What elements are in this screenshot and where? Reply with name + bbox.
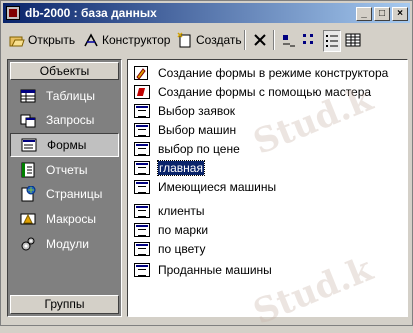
list-item-label: по цвету	[158, 242, 206, 256]
design-form-icon	[134, 66, 150, 80]
details-view-button[interactable]	[345, 30, 361, 50]
objects-item-label: Макросы	[46, 212, 97, 226]
form-icon	[134, 180, 150, 194]
design-button[interactable]: Конструктор	[83, 30, 170, 50]
toolbar-separator	[273, 30, 275, 50]
list-item-selected[interactable]: главная	[134, 160, 205, 176]
large-icons-icon	[281, 32, 297, 48]
design-icon	[83, 32, 99, 48]
wizard-icon	[134, 85, 150, 99]
objects-item-label: Отчеты	[46, 163, 88, 177]
create-button[interactable]: Создать	[177, 30, 242, 50]
title-bar[interactable]: db-2000 : база данных _ □ ×	[3, 3, 410, 23]
objects-item-tables[interactable]: Таблицы	[10, 84, 119, 108]
groups-button[interactable]: Группы	[10, 295, 119, 314]
list-item-label: Выбор заявок	[158, 104, 236, 118]
list-view-button[interactable]	[323, 30, 341, 52]
list-view-icon	[324, 33, 340, 49]
list-item-label: Создание формы с помощью мастера	[158, 85, 372, 99]
form-icon	[134, 161, 150, 175]
list-item[interactable]: по цвету	[134, 241, 206, 257]
query-icon	[20, 112, 36, 128]
details-view-icon	[345, 32, 361, 48]
table-icon	[20, 88, 36, 104]
list-item-label: по марки	[158, 223, 209, 237]
list-item[interactable]: Выбор заявок	[134, 103, 235, 119]
design-label: Конструктор	[102, 33, 171, 47]
objects-item-reports[interactable]: Отчеты	[10, 158, 119, 182]
small-icons-button[interactable]	[302, 30, 318, 50]
delete-button[interactable]	[252, 30, 268, 50]
objects-item-label: Страницы	[46, 187, 103, 201]
objects-panel: Объекты Таблицы Запросы Формы Отчеты Стр…	[7, 59, 122, 317]
minimize-button[interactable]: _	[356, 7, 372, 21]
form-icon	[134, 223, 150, 237]
list-item[interactable]: Создание формы с помощью мастера	[134, 84, 371, 100]
objects-item-modules[interactable]: Модули	[10, 232, 119, 256]
open-button[interactable]: Открыть	[9, 30, 75, 50]
create-icon	[177, 32, 193, 48]
macro-icon	[20, 211, 36, 227]
form-icon	[134, 204, 150, 218]
toolbar-separator	[244, 30, 246, 50]
delete-icon	[252, 32, 268, 48]
form-icon	[134, 142, 150, 156]
large-icons-button[interactable]	[281, 30, 297, 50]
objects-item-queries[interactable]: Запросы	[10, 108, 119, 132]
list-item[interactable]: Имеющиеся машины	[134, 179, 276, 195]
database-icon[interactable]	[6, 6, 20, 20]
form-icon	[134, 104, 150, 118]
list-item-label: главная	[157, 160, 205, 176]
toolbar: Открыть Конструктор Создать	[3, 25, 410, 55]
list-item-label: клиенты	[158, 204, 205, 218]
open-icon	[9, 32, 25, 48]
module-icon	[20, 236, 36, 252]
report-icon	[20, 162, 36, 178]
list-item[interactable]: Выбор машин	[134, 122, 236, 138]
forms-list: Создание формы в режиме конструктора Соз…	[127, 59, 408, 317]
open-label: Открыть	[28, 33, 76, 47]
window-title: db-2000 : база данных	[25, 6, 157, 20]
page-icon	[20, 185, 36, 202]
objects-item-macros[interactable]: Макросы	[10, 207, 119, 231]
form-icon	[134, 242, 150, 256]
objects-header[interactable]: Объекты	[10, 62, 119, 80]
objects-item-label: Таблицы	[46, 89, 96, 103]
list-item[interactable]: выбор по цене	[134, 141, 240, 157]
list-item[interactable]: Создание формы в режиме конструктора	[134, 65, 388, 81]
list-item-label: Создание формы в режиме конструктора	[158, 66, 389, 80]
form-icon	[21, 137, 37, 153]
close-button[interactable]: ×	[392, 7, 408, 21]
list-item-label: Выбор машин	[158, 123, 237, 137]
objects-item-label: Запросы	[46, 113, 95, 127]
objects-item-label: Формы	[47, 138, 87, 152]
create-label: Создать	[196, 33, 242, 47]
list-item-label: Проданные машины	[158, 263, 272, 277]
small-icons-icon	[302, 32, 318, 48]
form-icon	[134, 123, 150, 137]
list-item-label: Имеющиеся машины	[158, 180, 277, 194]
database-window: db-2000 : база данных _ □ × Открыть Конс…	[0, 0, 413, 333]
objects-item-label: Модули	[46, 237, 89, 251]
objects-item-forms[interactable]: Формы	[10, 133, 119, 157]
list-item-label: выбор по цене	[158, 142, 240, 156]
list-item[interactable]: клиенты	[134, 203, 205, 219]
maximize-button[interactable]: □	[374, 7, 390, 21]
list-item[interactable]: Проданные машины	[134, 262, 272, 278]
objects-item-pages[interactable]: Страницы	[10, 182, 119, 206]
form-icon	[134, 263, 150, 277]
list-item[interactable]: по марки	[134, 222, 208, 238]
